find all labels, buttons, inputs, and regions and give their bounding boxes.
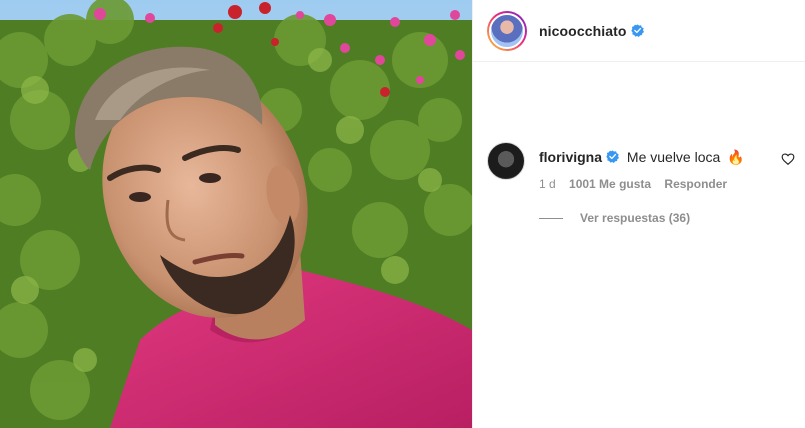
reply-button[interactable]: Responder <box>664 177 727 191</box>
verified-badge-icon <box>630 24 644 37</box>
commenter-username[interactable]: florivigna <box>539 149 602 165</box>
replies-divider-line <box>539 217 563 219</box>
comment-body: Me vuelve loca <box>626 149 721 165</box>
comment-like-count[interactable]: 1001 Me gusta <box>569 177 651 191</box>
comment-meta: 1 d 1001 Me gusta Responder <box>539 177 737 191</box>
view-replies-label: Ver respuestas (36) <box>580 211 691 225</box>
post-side-panel: nicoocchiato florivigna Me vuelve loca 🔥… <box>472 0 805 428</box>
like-comment-heart-icon[interactable] <box>781 152 795 166</box>
post-header: nicoocchiato <box>473 0 805 62</box>
view-replies-button[interactable]: Ver respuestas (36) <box>539 211 690 225</box>
author-avatar[interactable] <box>487 10 527 51</box>
commenter-avatar[interactable] <box>487 142 525 180</box>
author-username[interactable]: nicoocchiato <box>539 23 627 39</box>
author-avatar-image <box>489 12 525 49</box>
verified-badge-icon <box>606 150 620 163</box>
comment-age[interactable]: 1 d <box>539 177 556 191</box>
fire-emoji: 🔥 <box>727 149 745 165</box>
post-image <box>0 0 472 428</box>
comment-text-line: florivigna Me vuelve loca 🔥 <box>539 148 745 166</box>
post-photo[interactable] <box>0 0 472 428</box>
